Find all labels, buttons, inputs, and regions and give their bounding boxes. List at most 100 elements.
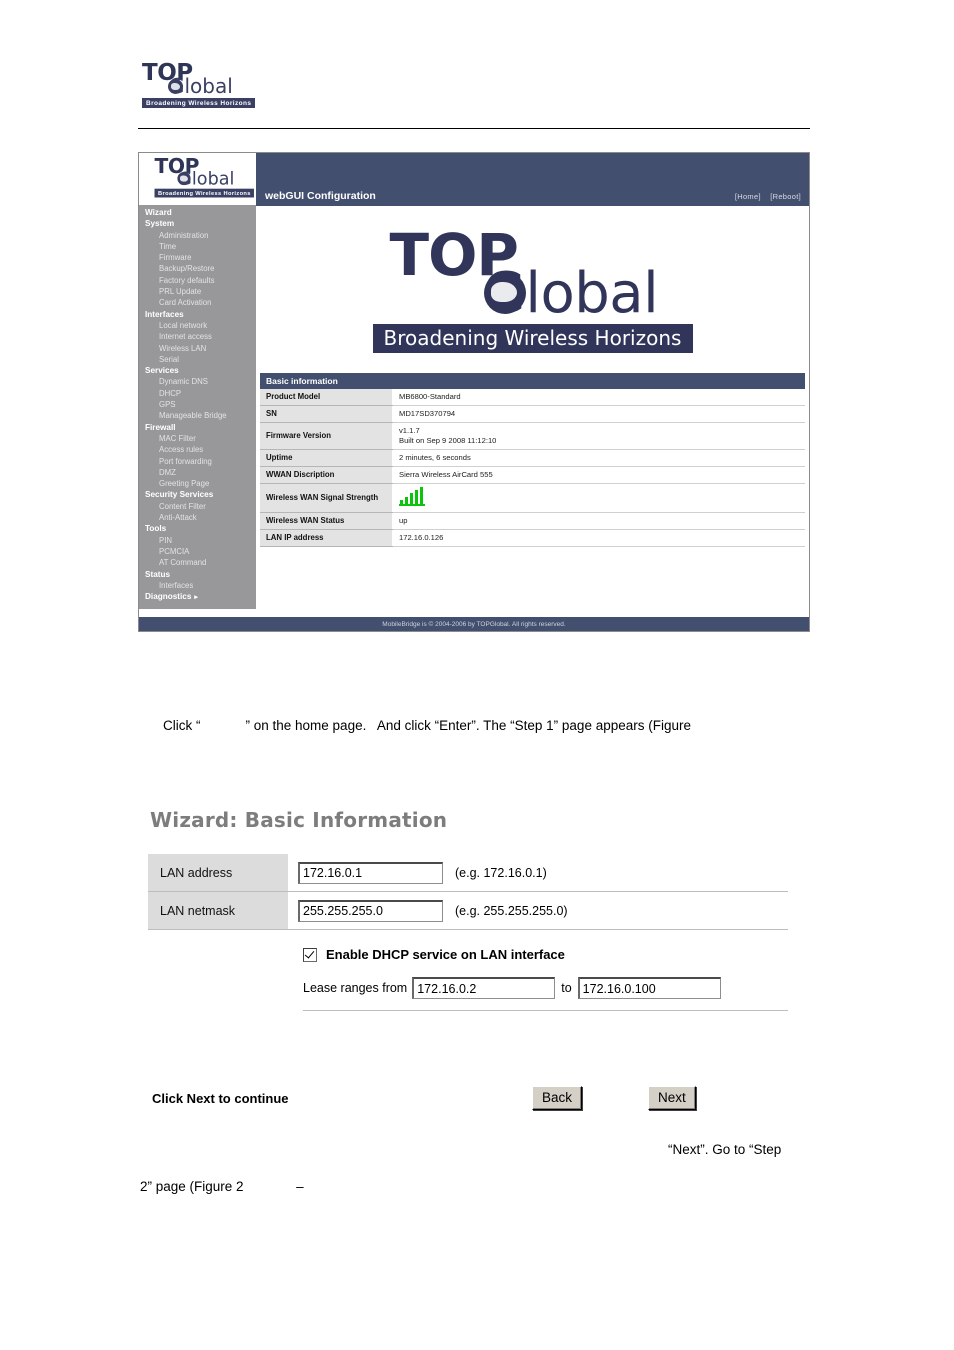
home-link[interactable]: [Home] [735,192,761,201]
enable-dhcp-checkbox[interactable] [303,947,317,962]
webgui-sidebar-logo: TOP Global Broadening Wireless Horizons [139,153,256,205]
sidebar-item-card-activation[interactable]: Card Activation [139,297,256,308]
next-button[interactable]: Next [648,1086,696,1110]
row-value: 2 minutes, 6 seconds [392,449,805,467]
webgui-banner: TOP Global Broadening Wireless Horizons [256,206,809,371]
paragraph-click-home: Click “ ” on the home page. And click “E… [163,718,691,733]
lan-netmask-row: LAN netmask (e.g. 255.255.255.0) [148,892,788,930]
lan-address-hint: (e.g. 172.16.0.1) [455,865,547,880]
lan-netmask-value-cell: (e.g. 255.255.255.0) [288,892,788,929]
reboot-link[interactable]: [Reboot] [770,192,801,201]
topglobal-logo: TOP Global Broadening Wireless Horizons [138,62,256,114]
lan-address-input[interactable] [298,861,443,884]
row-value: MB6800-Standard [392,389,805,406]
row-label: Uptime [260,449,393,467]
sidebar-item-dynamic-dns[interactable]: Dynamic DNS [139,376,256,387]
lan-netmask-hint: (e.g. 255.255.255.0) [455,903,568,918]
header-divider [138,128,810,129]
row-label: Wireless WAN Signal Strength [260,483,393,513]
wizard-footer: Click Next to continue Back Next [152,1086,782,1110]
sidebar-item-prl-update[interactable]: PRL Update [139,286,256,297]
webgui-header-links: [Home] [Reboot] [728,192,801,201]
sidebar-item-anti-attack[interactable]: Anti-Attack [139,512,256,523]
webgui-content-area: TOP Global Broadening Wireless Horizons … [256,206,809,609]
sidebar-item-interfaces[interactable]: Interfaces [139,580,256,591]
sidebar-item-pin[interactable]: PIN [139,535,256,546]
globe-icon [483,271,526,314]
sidebar-item-content-filter[interactable]: Content Filter [139,501,256,512]
wizard-title: Wizard: Basic Information [150,808,448,832]
row-label: SN [260,405,393,423]
row-value: 172.16.0.126 [392,529,805,547]
row-value: Sierra Wireless AirCard 555 [392,466,805,484]
sidebar-item-backup-restore[interactable]: Backup/Restore [139,263,256,274]
sidebar-item-manageable-bridge[interactable]: Manageable Bridge [139,410,256,421]
globe-icon [168,79,183,94]
table-row: Wireless WAN Signal Strength [260,483,805,513]
sidebar-item-interfaces[interactable]: Interfaces [139,309,256,320]
lan-netmask-label: LAN netmask [148,892,288,929]
lan-address-row: LAN address (e.g. 172.16.0.1) [148,854,788,892]
sidebar-item-greeting-page[interactable]: Greeting Page [139,478,256,489]
sidebar-item-wireless-lan[interactable]: Wireless LAN [139,343,256,354]
sidebar-item-local-network[interactable]: Local network [139,320,256,331]
lease-from-input[interactable] [412,977,556,999]
lease-range-row: Lease ranges from to [303,977,788,1011]
sidebar-item-dmz[interactable]: DMZ [139,467,256,478]
row-label: Wireless WAN Status [260,512,393,530]
sidebar-item-time[interactable]: Time [139,241,256,252]
sidebar-item-at-command[interactable]: AT Command [139,557,256,568]
table-row: Product Model MB6800-Standard [260,389,805,406]
sidebar-item-security-services[interactable]: Security Services [139,489,256,500]
webgui-titlebar: webGUI Configuration [Home] [Reboot] [256,186,809,206]
sidebar-item-port-forwarding[interactable]: Port forwarding [139,456,256,467]
signal-baseline [399,504,425,506]
globe-icon [177,171,191,186]
row-value: MD17SD370794 [392,405,805,423]
lan-address-label: LAN address [148,854,288,891]
sidebar-item-tools[interactable]: Tools [139,523,256,534]
table-row: Uptime 2 minutes, 6 seconds [260,449,805,467]
webgui-footer-gap [139,609,809,617]
row-value: up [392,512,805,530]
webgui-title: webGUI Configuration [265,190,376,202]
sidebar-item-system[interactable]: System [139,218,256,229]
sidebar-item-diagnostics[interactable]: Diagnostics ▸ [139,591,256,603]
row-label: Product Model [260,389,393,406]
enable-dhcp-label: Enable DHCP service on LAN interface [326,947,565,962]
lan-netmask-input[interactable] [298,899,443,922]
lease-to-input[interactable] [577,977,721,999]
logo-tagline: Broadening Wireless Horizons [372,323,693,353]
sidebar-item-serial[interactable]: Serial [139,354,256,365]
sidebar-item-gps[interactable]: GPS [139,399,256,410]
topglobal-logo-small: TOP Global Broadening Wireless Horizons [151,157,255,203]
row-value: v1.1.7 Built on Sep 9 2008 11:12:10 [392,422,805,450]
logo-tagline: Broadening Wireless Horizons [154,188,255,198]
lease-range-label: Lease ranges from [303,981,408,995]
lease-to-label: to [561,981,572,995]
enable-dhcp-row[interactable]: Enable DHCP service on LAN interface [303,947,788,962]
sidebar-item-wizard[interactable]: Wizard [139,207,256,218]
sidebar-item-pcmcia[interactable]: PCMCIA [139,546,256,557]
sidebar-item-mac-filter[interactable]: MAC Filter [139,433,256,444]
sidebar-item-firewall[interactable]: Firewall [139,422,256,433]
sidebar-item-factory-defaults[interactable]: Factory defaults [139,275,256,286]
paragraph-step2-figure: 2” page (Figure 2 – [140,1179,304,1194]
back-button[interactable]: Back [532,1086,583,1110]
sidebar-item-internet-access[interactable]: Internet access [139,331,256,342]
sidebar-item-dhcp[interactable]: DHCP [139,388,256,399]
sidebar-item-firmware[interactable]: Firmware [139,252,256,263]
sidebar-item-services[interactable]: Services [139,365,256,376]
sidebar-item-access-rules[interactable]: Access rules [139,444,256,455]
sidebar-item-status[interactable]: Status [139,569,256,580]
row-value [392,483,805,513]
basic-information-table: Basic information Product Model MB6800-Sta… [260,373,805,547]
webgui-top-stripe [256,153,809,186]
webgui-footer: MobileBridge is © 2004-2006 by TOPGlobal… [139,617,809,631]
table-row: Wireless WAN Status up [260,512,805,530]
webgui-screenshot-panel: TOP Global Broadening Wireless Horizons … [138,152,810,632]
sidebar-item-administration[interactable]: Administration [139,230,256,241]
click-next-to-continue-text: Click Next to continue [152,1090,289,1106]
document-header: TOP Global Broadening Wireless Horizons [138,62,810,114]
row-label: LAN IP address [260,529,393,547]
